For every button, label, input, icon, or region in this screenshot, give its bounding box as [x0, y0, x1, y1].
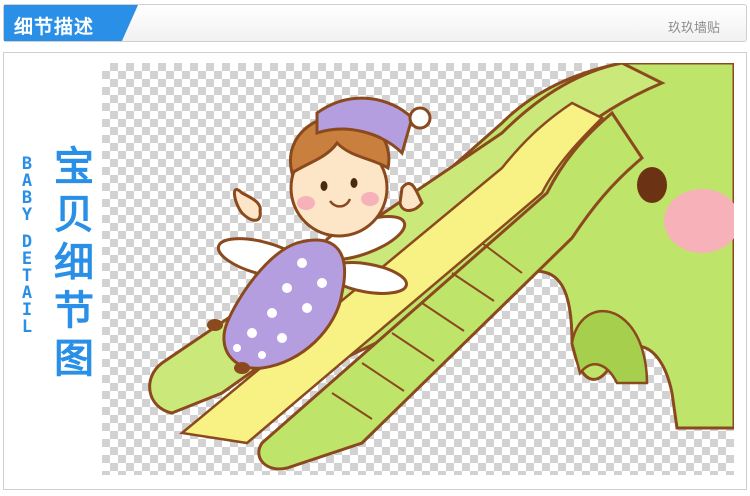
side-letter: Y [21, 205, 33, 225]
side-char: 图 [54, 336, 94, 382]
section-title: 细节描述 [14, 16, 95, 38]
section-tab: 细节描述 [4, 5, 138, 41]
section-header-bar: 细节描述 玖玖墙贴 [3, 4, 747, 42]
elephant-eye [637, 167, 667, 203]
nightcap-pompom [408, 106, 432, 130]
side-char: 宝 [54, 144, 94, 190]
product-image [102, 63, 734, 475]
side-char: 节 [54, 288, 94, 334]
wall-sticker-illustration [148, 63, 734, 471]
detail-vertical-title: 宝 贝 细 节 图 [52, 143, 96, 383]
side-char: 细 [54, 240, 94, 286]
side-letter: L [21, 317, 33, 337]
baby-detail-vertical-label: B A B Y D E T A I L [18, 156, 36, 336]
side-char: 贝 [54, 192, 94, 238]
shop-name: 玖玖墙贴 [667, 21, 720, 36]
